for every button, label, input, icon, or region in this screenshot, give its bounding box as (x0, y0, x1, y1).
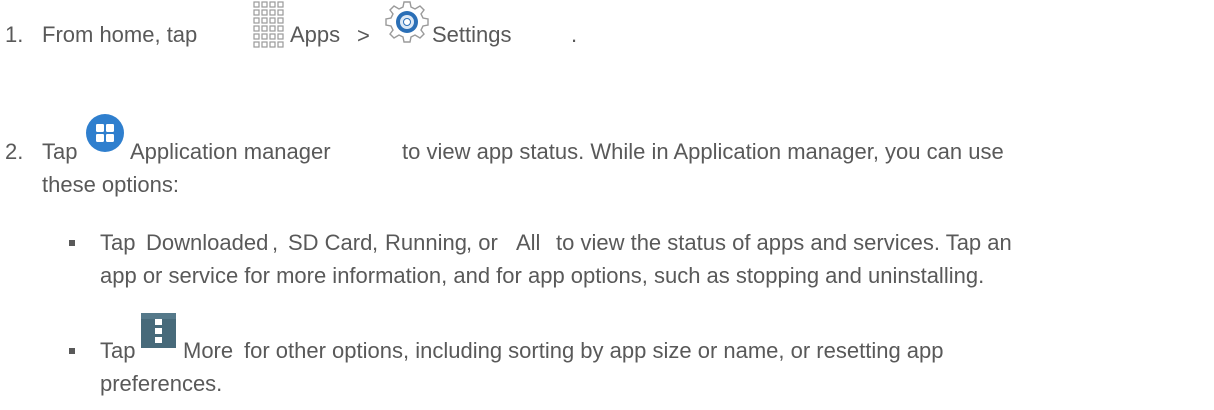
bullet-2-line1-rest: for other options, including sorting by … (244, 338, 944, 363)
application-manager-icon (86, 114, 124, 152)
more-options-icon (141, 313, 176, 348)
bullet-1-line1-rest: to view the status of apps and services.… (556, 230, 1012, 255)
bullet-2-line2: preferences. (100, 371, 223, 396)
or-text: , or (466, 230, 498, 255)
settings-label: Settings (432, 22, 512, 47)
step-2-line2: these options: (42, 172, 179, 197)
bullet-2-tap: Tap (100, 338, 136, 363)
step-1-text: From home, tap (42, 22, 198, 47)
bullet-1-line2: app or service for more information, and… (100, 263, 985, 288)
step-2-number: 2. (5, 139, 24, 164)
bullet-marker (69, 348, 75, 354)
step-1-end: . (571, 22, 578, 47)
instruction-page: { "steps": [ { "number": "1.", "before_a… (0, 0, 1214, 410)
apps-label: Apps (290, 22, 341, 47)
bullet-1-tap: Tap (100, 230, 136, 255)
separator: > (357, 23, 370, 48)
apps-grid-icon (253, 1, 284, 48)
application-manager-label: Application manager (130, 139, 331, 164)
settings-gear-icon (385, 1, 429, 43)
bullet-marker (69, 240, 75, 246)
step-2-tap: Tap (42, 139, 78, 164)
step-1: 1. From home, tap Apps > Settings . (0, 0, 1214, 60)
sd-card-label: SD Card (288, 230, 373, 255)
comma: , (372, 230, 379, 255)
more-label: More (183, 338, 234, 363)
step-1-number: 1. (5, 22, 24, 47)
all-label: All (516, 230, 541, 255)
running-label: Running (385, 230, 467, 255)
step-2-line1-rest: to view app status. While in Application… (402, 139, 1004, 164)
downloaded-label: Downloaded (146, 230, 269, 255)
comma: , (272, 230, 279, 255)
